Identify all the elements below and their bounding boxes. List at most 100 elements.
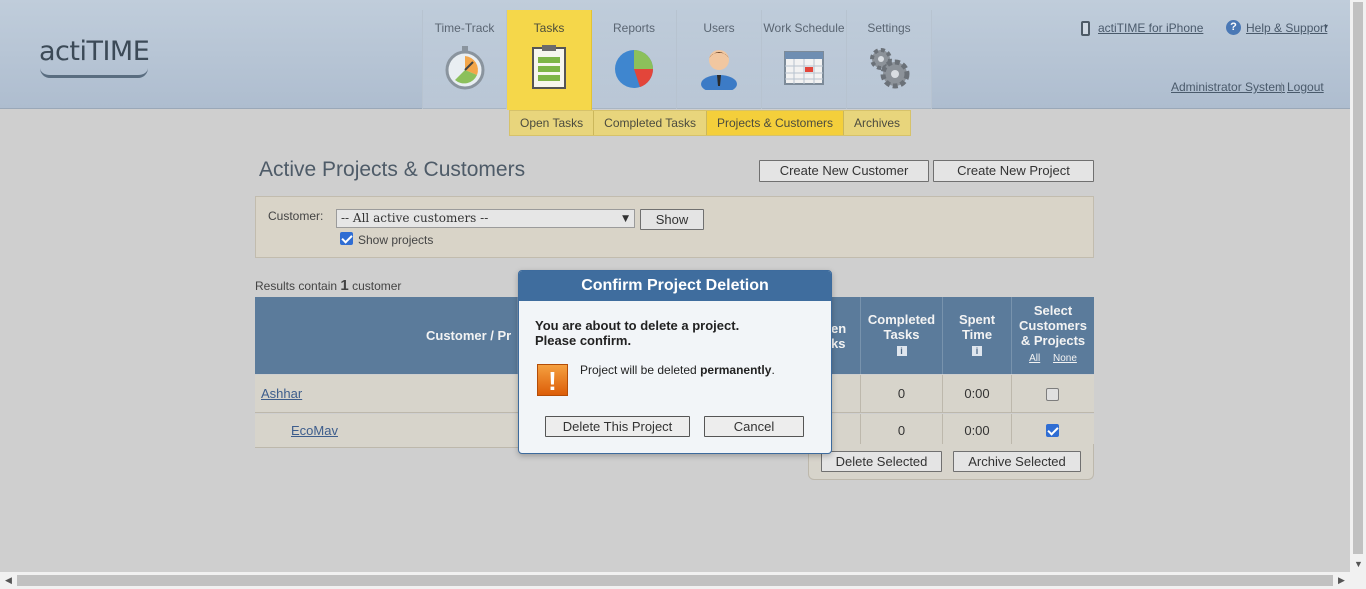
- user-icon: [701, 50, 737, 90]
- actitime-logo[interactable]: actiTIME: [39, 36, 150, 67]
- customer-select[interactable]: -- All active customers -- ▼: [336, 209, 635, 228]
- cancel-button[interactable]: Cancel: [704, 416, 804, 437]
- nav-tab-reports[interactable]: Reports: [592, 10, 677, 109]
- main-nav: Time-Track Tasks Reports Users Work Sche…: [422, 10, 932, 110]
- sub-nav: Open Tasks Completed Tasks Projects & Cu…: [509, 110, 912, 136]
- customer-select-value: -- All active customers --: [341, 211, 489, 225]
- header-label: Customer / Pr: [426, 328, 512, 343]
- sub-tab-open-tasks[interactable]: Open Tasks: [510, 111, 595, 135]
- spent-cell: 0:00: [943, 375, 1012, 412]
- nav-tab-label: Settings: [867, 21, 911, 35]
- warning-icon: !: [537, 364, 568, 396]
- row-checkbox[interactable]: [1046, 424, 1059, 437]
- completed-cell: 0: [861, 414, 943, 447]
- actitime-iphone-link[interactable]: actiTIME for iPhone: [1098, 21, 1203, 35]
- header-label: Spent: [958, 312, 996, 327]
- warning-text: Project will be deleted permanently.: [580, 363, 775, 377]
- header-label: Select: [1033, 303, 1073, 318]
- spent-cell: 0:00: [943, 414, 1012, 447]
- delete-selected-button[interactable]: Delete Selected: [821, 451, 942, 472]
- header-label: Customers: [1019, 318, 1087, 333]
- gears-icon: [870, 48, 910, 89]
- customer-link[interactable]: Ashhar: [261, 386, 302, 401]
- scroll-left-icon[interactable]: ◀: [5, 575, 12, 586]
- customer-filter-label: Customer:: [268, 209, 324, 223]
- completed-cell: 0: [861, 375, 943, 412]
- header-customer-project[interactable]: Customer / Pr: [255, 297, 518, 374]
- header-completed-tasks[interactable]: Completed Tasks i: [861, 297, 943, 374]
- bulk-actions-bar: Delete Selected Archive Selected: [808, 444, 1094, 480]
- nav-tab-settings[interactable]: Settings: [847, 10, 932, 109]
- page-title: Active Projects & Customers: [259, 158, 526, 181]
- warning-suffix: .: [771, 363, 775, 377]
- header-label: Tasks: [883, 327, 920, 342]
- nav-tab-label: Tasks: [533, 21, 565, 35]
- header-spent-time[interactable]: Spent Time i: [943, 297, 1012, 374]
- phone-icon: [1081, 21, 1090, 36]
- header-label: & Projects: [1020, 333, 1086, 348]
- stopwatch-icon: [445, 46, 484, 90]
- delete-project-button[interactable]: Delete This Project: [545, 416, 690, 437]
- header: actiTIME Time-Track Tasks Reports Users …: [0, 0, 1350, 110]
- results-prefix: Results contain: [255, 279, 338, 293]
- link-separator: |: [1280, 80, 1284, 94]
- header-label: Time: [961, 327, 993, 342]
- logo-swoosh: [40, 68, 148, 78]
- warning-emphasis: permanently: [700, 363, 772, 377]
- show-projects-checkbox[interactable]: [340, 232, 353, 245]
- logout-link[interactable]: Logout: [1287, 80, 1324, 94]
- chevron-down-icon: ▼: [622, 214, 629, 224]
- filter-panel: Customer: -- All active customers -- ▼ S…: [255, 196, 1094, 258]
- sub-tab-completed-tasks[interactable]: Completed Tasks: [594, 111, 707, 135]
- sub-tab-archives[interactable]: Archives: [844, 111, 910, 135]
- show-button[interactable]: Show: [640, 209, 704, 230]
- create-project-button[interactable]: Create New Project: [933, 160, 1094, 182]
- info-icon[interactable]: i: [972, 346, 982, 356]
- nav-tab-label: Work Schedule: [763, 21, 845, 35]
- warning-prefix: Project will be deleted: [580, 363, 697, 377]
- dialog-message-line: You are about to delete a project.: [535, 318, 740, 333]
- nav-tab-work-schedule[interactable]: Work Schedule: [762, 10, 847, 109]
- scrollbar-thumb[interactable]: [17, 575, 1333, 586]
- horizontal-scrollbar[interactable]: ◀ ▶: [0, 572, 1366, 589]
- select-all-link[interactable]: All: [1029, 353, 1040, 364]
- scroll-right-icon[interactable]: ▶: [1338, 575, 1345, 586]
- nav-tab-label: Time-Track: [434, 21, 495, 35]
- results-count: 1: [340, 277, 349, 294]
- header-label: ks: [831, 336, 846, 351]
- info-icon[interactable]: i: [896, 346, 907, 356]
- results-suffix: customer: [352, 279, 402, 293]
- dialog-message-line: Please confirm.: [535, 333, 632, 348]
- project-link[interactable]: EcoMav: [291, 423, 338, 438]
- header-select: Select Customers & Projects All None: [1012, 297, 1094, 374]
- help-support-link[interactable]: Help & Support: [1246, 21, 1327, 35]
- clipboard-icon: [532, 45, 566, 89]
- chevron-down-icon: ▾: [1324, 22, 1329, 31]
- scroll-down-icon[interactable]: ▼: [1354, 559, 1363, 569]
- nav-tab-tasks[interactable]: Tasks: [507, 10, 592, 110]
- dialog-message: You are about to delete a project. Pleas…: [535, 318, 739, 348]
- nav-tab-users[interactable]: Users: [677, 10, 762, 109]
- select-cell: [1012, 375, 1094, 412]
- create-customer-button[interactable]: Create New Customer: [759, 160, 929, 182]
- show-projects-label: Show projects: [358, 233, 434, 247]
- pie-chart-icon: [615, 50, 653, 88]
- archive-selected-button[interactable]: Archive Selected: [953, 451, 1081, 472]
- dialog-title: Confirm Project Deletion: [519, 271, 831, 301]
- header-label: en: [831, 321, 847, 336]
- header-open-tasks[interactable]: en ks: [831, 297, 861, 374]
- results-summary: Results contain 1 customer: [255, 277, 401, 294]
- nav-tab-label: Reports: [612, 21, 656, 35]
- select-cell: [1012, 414, 1094, 447]
- select-none-link[interactable]: None: [1053, 353, 1077, 364]
- user-profile-link[interactable]: Administrator System: [1171, 80, 1285, 94]
- sub-tab-projects-customers[interactable]: Projects & Customers: [706, 111, 845, 135]
- header-label: Completed: [867, 312, 936, 327]
- help-icon: ?: [1226, 20, 1241, 35]
- confirm-deletion-dialog: Confirm Project Deletion You are about t…: [518, 270, 832, 454]
- row-checkbox[interactable]: [1046, 388, 1059, 401]
- calendar-icon: [784, 51, 824, 85]
- scrollbar-thumb[interactable]: [1353, 2, 1363, 554]
- nav-tab-time-track[interactable]: Time-Track: [422, 10, 507, 109]
- vertical-scrollbar[interactable]: ▼: [1350, 0, 1366, 572]
